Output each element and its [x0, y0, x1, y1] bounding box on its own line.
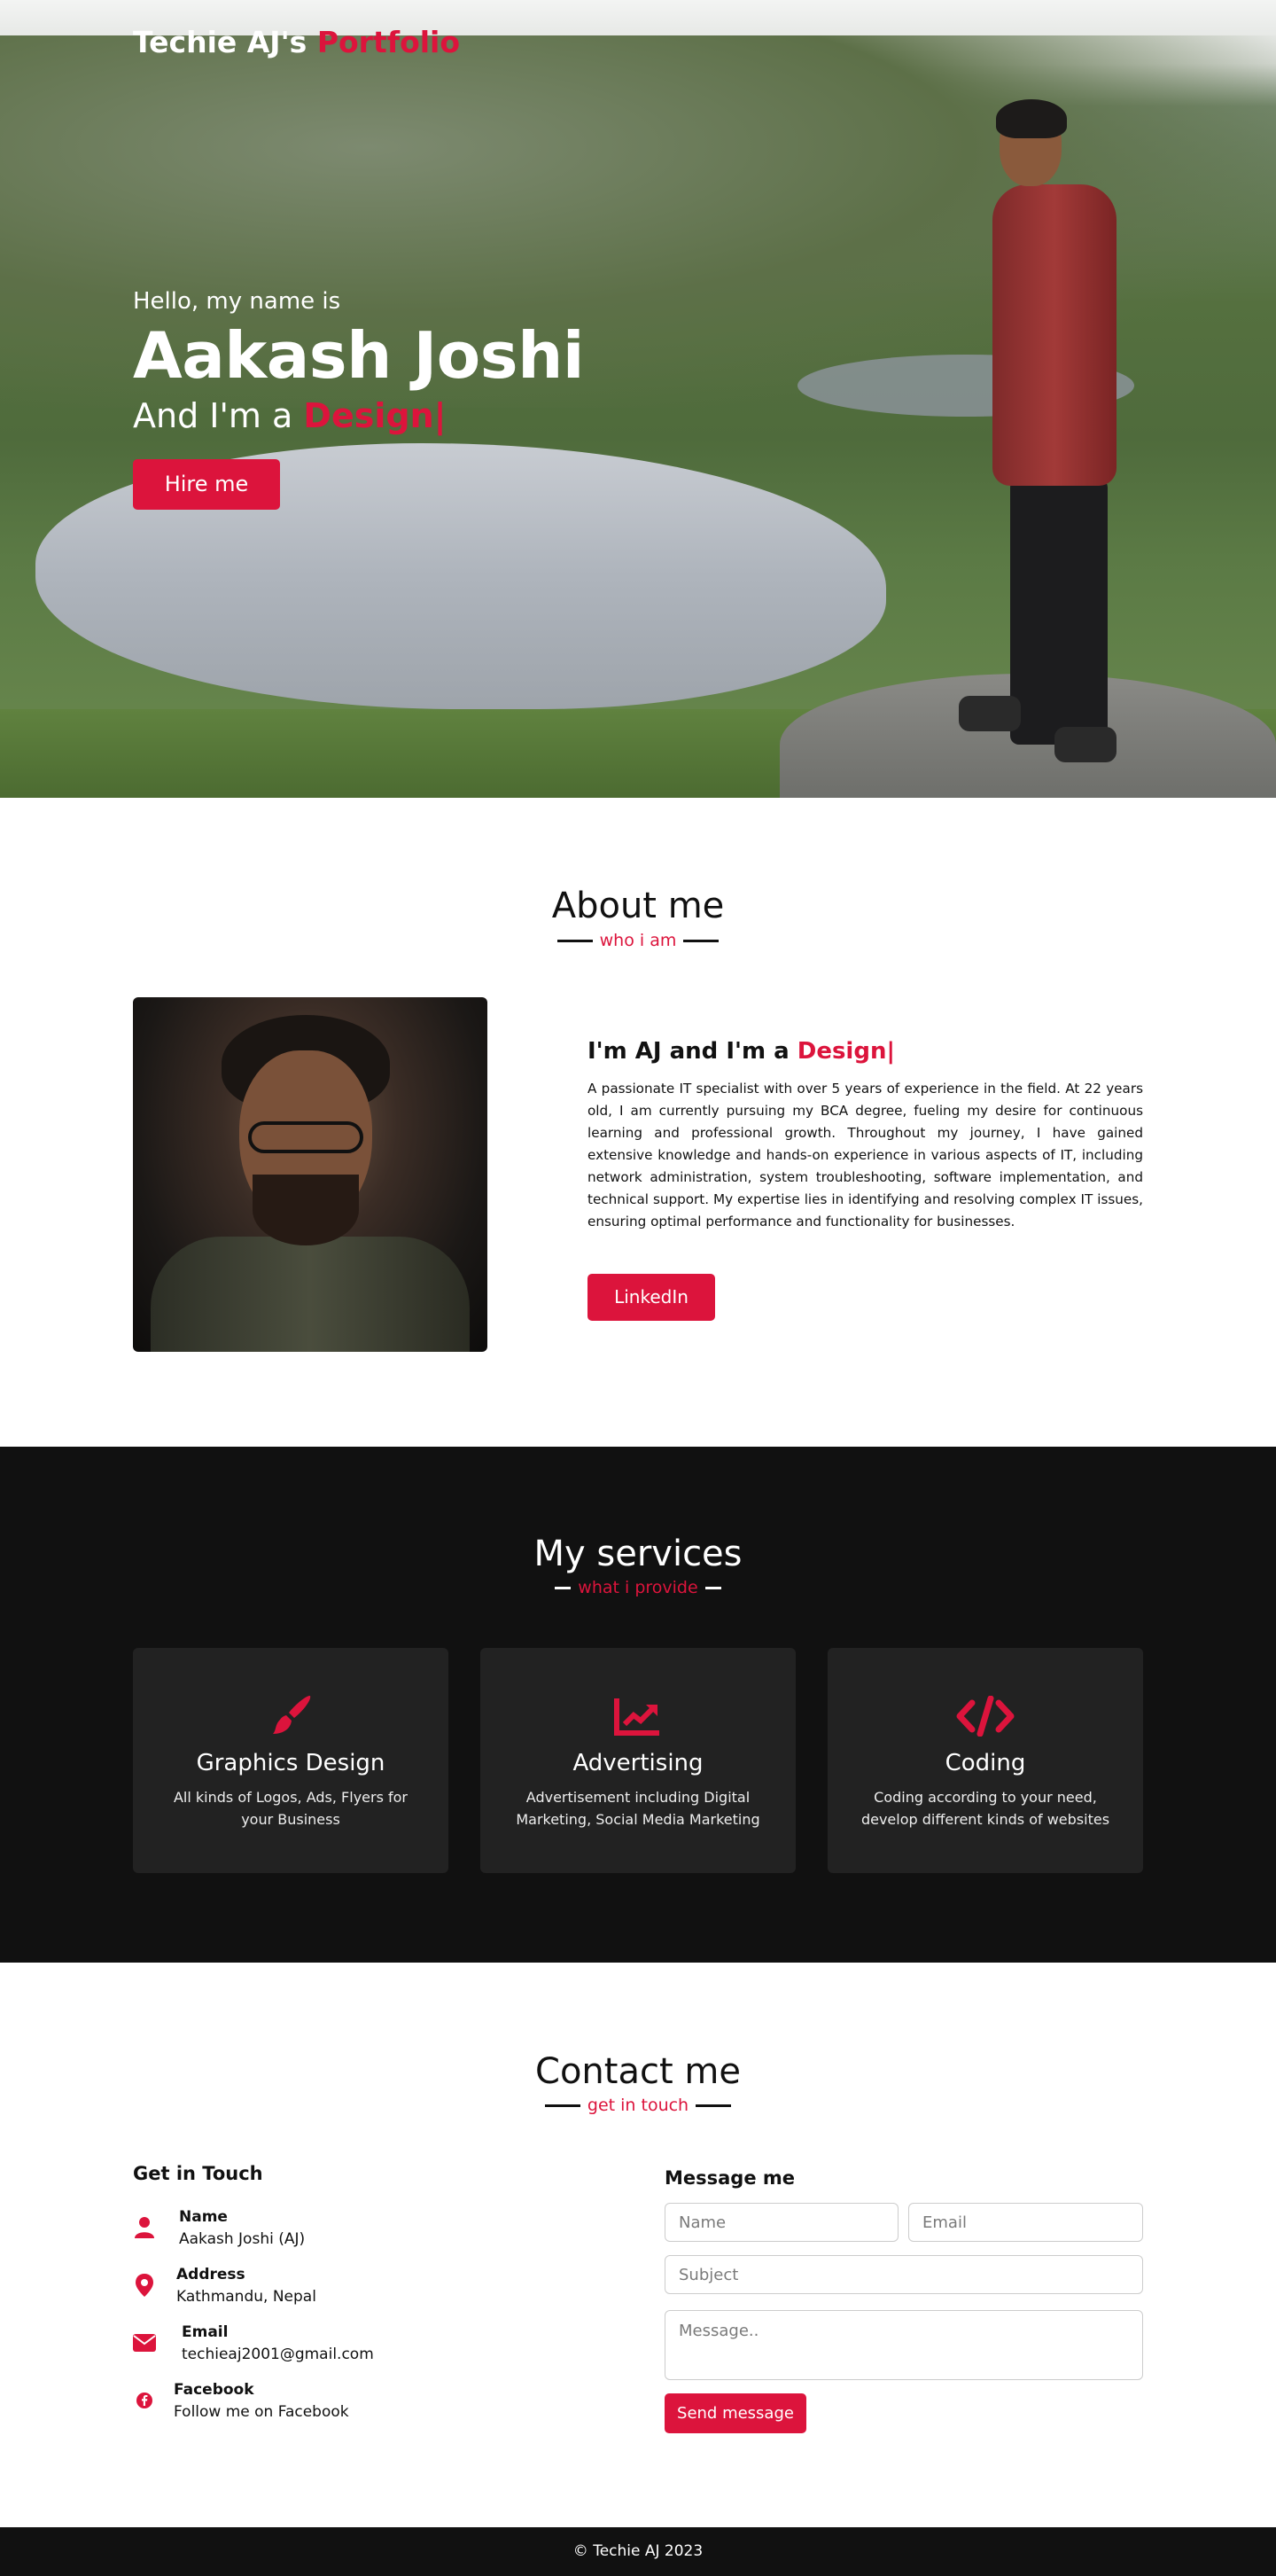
brand-logo[interactable]: Techie AJ's Portfolio [133, 25, 460, 59]
code-icon [828, 1692, 1143, 1740]
linkedin-button[interactable]: LinkedIn [587, 1274, 715, 1321]
facebook-icon[interactable] [133, 2389, 156, 2412]
about-title: About me [551, 886, 725, 926]
envelope-icon [133, 2331, 156, 2354]
contact-value: Kathmandu, Nepal [176, 2288, 316, 2306]
contact-value: Aakash Joshi (AJ) [179, 2230, 306, 2248]
service-title: Advertising [572, 1750, 704, 1776]
contact-label: Name [179, 2208, 228, 2226]
get-in-touch-heading: Get in Touch [133, 2163, 263, 2184]
contact-info-address: Address Kathmandu, Nepal [133, 2265, 576, 2309]
footer-text: © Techie AJ 2023 [572, 2542, 704, 2560]
map-marker-icon [133, 2274, 156, 2297]
hero-section: Techie AJ's Portfolio Hello, my name is … [0, 0, 1276, 798]
contact-label: Facebook [174, 2381, 254, 2399]
about-subtitle: who i am [0, 931, 1276, 950]
about-heading: I'm AJ and I'm a Design| [587, 1038, 895, 1065]
contact-info-facebook[interactable]: Facebook Follow me on Facebook [133, 2380, 576, 2424]
services-title: My services [533, 1534, 743, 1574]
about-profile-photo [133, 997, 487, 1352]
service-card-advertising[interactable]: Advertising Advertisement including Digi… [480, 1648, 796, 1873]
hero-person-image [957, 99, 1125, 762]
user-icon [133, 2216, 156, 2239]
hire-me-button[interactable]: Hire me [133, 459, 280, 510]
hero-intro: Hello, my name is Aakash Joshi And I'm a… [133, 285, 585, 438]
service-title: Graphics Design [196, 1750, 385, 1776]
contact-label: Address [176, 2266, 245, 2283]
about-paragraph: A passionate IT specialist with over 5 y… [587, 1081, 1143, 1229]
chart-line-icon [480, 1692, 796, 1740]
hero-role-typed: Design| [303, 396, 447, 435]
service-desc: All kinds of Logos, Ads, Flyers for your… [173, 1789, 408, 1828]
footer: © Techie AJ 2023 [0, 2527, 1276, 2576]
subject-input[interactable] [665, 2255, 1143, 2294]
contact-info-name: Name Aakash Joshi (AJ) [133, 2207, 576, 2252]
hero-name: Aakash Joshi [133, 318, 585, 393]
email-input[interactable] [908, 2203, 1143, 2242]
service-title: Coding [945, 1750, 1026, 1776]
contact-value[interactable]: Follow me on Facebook [174, 2402, 349, 2422]
message-textarea[interactable] [665, 2310, 1143, 2380]
brand-name: Techie AJ's [133, 25, 307, 59]
contact-title: Contact me [535, 2051, 741, 2092]
services-subtitle: what i provide [0, 1578, 1276, 1597]
service-card-graphics[interactable]: Graphics Design All kinds of Logos, Ads,… [133, 1648, 448, 1873]
service-card-coding[interactable]: Coding Coding according to your need, de… [828, 1648, 1143, 1873]
about-content: I'm AJ and I'm a Design| A passionate IT… [587, 1035, 1143, 1233]
hero-role-prefix: And I'm a [133, 396, 293, 435]
get-in-touch-block: Get in Touch [133, 2163, 576, 2184]
brand-accent: Portfolio [316, 25, 461, 59]
name-input[interactable] [665, 2203, 899, 2242]
paintbrush-icon [133, 1692, 448, 1740]
contact-subtitle: get in touch [0, 2096, 1276, 2115]
hero-role: And I'm a Design| [133, 394, 584, 438]
send-message-button[interactable]: Send message [665, 2393, 806, 2433]
about-heading-typed: Design| [797, 1038, 895, 1065]
service-desc: Coding according to your need, develop d… [860, 1789, 1110, 1828]
contact-value[interactable]: techieaj2001@gmail.com [182, 2345, 374, 2364]
hero-hello: Hello, my name is [133, 288, 341, 315]
contact-info-email: Email techieaj2001@gmail.com [133, 2322, 576, 2367]
contact-label: Email [182, 2323, 229, 2341]
service-desc: Advertisement including Digital Marketin… [516, 1789, 760, 1828]
message-me-heading: Message me [665, 2167, 796, 2189]
